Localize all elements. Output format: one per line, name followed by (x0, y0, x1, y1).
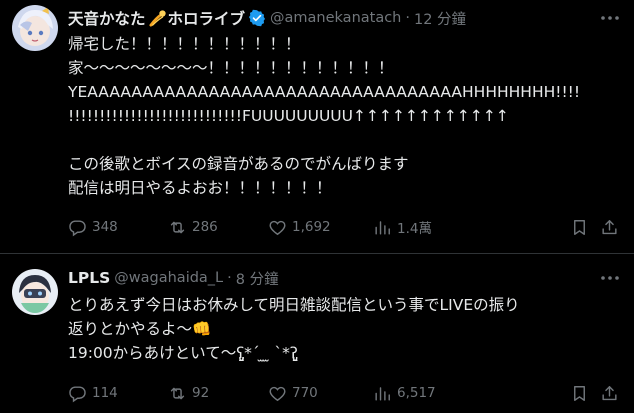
like-count: 1,692 (292, 219, 331, 235)
like-count: 770 (292, 385, 318, 401)
reply-icon (69, 385, 86, 402)
more-dots-icon (601, 16, 619, 20)
bookmark-button[interactable] (570, 384, 600, 403)
retweet-count: 286 (192, 219, 218, 235)
tweet-text-line: 19:00からあけといて〜ʕ̡̢̡*ˊ ̫ ̫ ˋ*ʔ̢̡̢ (68, 344, 298, 362)
share-button[interactable] (600, 218, 622, 237)
retweet-icon (170, 221, 185, 233)
retweet-button[interactable]: 286 (168, 218, 268, 237)
display-name-suffix[interactable]: ホロライブ (168, 7, 246, 29)
views-button[interactable]: 1.4萬 (373, 217, 483, 237)
heart-icon (269, 386, 286, 401)
separator-dot: · (405, 10, 410, 26)
more-options-button[interactable] (598, 268, 622, 288)
tweet-1[interactable]: 天音かなた ホロライブ @amanekanatach · 12 分鐘 帰宅した！… (0, 0, 634, 254)
bookmark-icon (574, 219, 585, 235)
reply-button[interactable]: 114 (68, 384, 168, 403)
tweet-text-line: YEAAAAAAAAAAAAAAAAAAAAAAAAAAAAAAAAAAHHHH… (68, 83, 581, 101)
retweet-icon (170, 387, 185, 399)
tweet-text-line: !!!!!!!!!!!!!!!!!!!!!!!!!!!!FUUUUUUUUU↑↑… (68, 107, 509, 125)
retweet-count: 92 (192, 385, 210, 401)
display-name[interactable]: 天音かなた (68, 7, 146, 29)
reply-count: 114 (92, 385, 118, 401)
like-button[interactable]: 770 (268, 384, 373, 403)
share-icon (602, 385, 617, 400)
timestamp[interactable]: 8 分鐘 (236, 268, 279, 289)
reply-icon (69, 219, 86, 236)
views-button[interactable]: 6,517 (373, 384, 483, 403)
share-button[interactable] (600, 384, 622, 403)
tweet-text-blank-line (68, 128, 626, 152)
display-name[interactable]: LPLS (68, 269, 110, 287)
verified-badge-icon (249, 9, 266, 27)
tweet-text-line: 返りとかやるよ〜👊 (68, 320, 212, 338)
tweet-actions: 114 92 770 6,517 (68, 382, 622, 404)
bookmark-icon (574, 385, 585, 401)
tweet-text-line: 家〜〜〜〜〜〜〜〜！！！！！！！！！！！！ (68, 59, 394, 77)
reply-count: 348 (92, 219, 118, 235)
retweet-button[interactable]: 92 (168, 384, 268, 403)
comet-emoji-icon (148, 10, 166, 27)
views-count: 1.4萬 (397, 221, 432, 237)
separator-dot: · (227, 270, 232, 286)
views-chart-icon (375, 220, 390, 235)
tweet-header: LPLS @wagahaida_L · 8 分鐘 (68, 268, 594, 288)
like-button[interactable]: 1,692 (268, 218, 373, 237)
more-dots-icon (601, 276, 619, 280)
avatar-amanekanata[interactable] (12, 5, 58, 51)
avatar-lpls[interactable] (12, 269, 58, 315)
views-chart-icon (375, 386, 390, 401)
tweet-text-line: とりあえず今日はお休みして明日雑談配信という事でLIVEの振り (68, 296, 520, 314)
tweet-text: とりあえず今日はお休みして明日雑談配信という事でLIVEの振り 返りとかやるよ〜… (68, 293, 626, 365)
reply-button[interactable]: 348 (68, 218, 168, 237)
tweet-actions: 348 286 1,692 1.4萬 (68, 216, 622, 238)
handle[interactable]: @wagahaida_L (114, 270, 223, 286)
tweet-2[interactable]: LPLS @wagahaida_L · 8 分鐘 とりあえず今日はお休みして明日… (0, 255, 634, 413)
tweet-header: 天音かなた ホロライブ @amanekanatach · 12 分鐘 (68, 8, 594, 28)
views-count: 6,517 (397, 385, 436, 401)
heart-icon (269, 220, 286, 235)
bookmark-button[interactable] (570, 218, 600, 237)
handle[interactable]: @amanekanatach (270, 10, 401, 26)
tweet-text: 帰宅した！！！！！！！！！！！ 家〜〜〜〜〜〜〜〜！！！！！！！！！！！！ YE… (68, 32, 626, 200)
tweet-text-line: 配信は明日やるよおお！！！！！！！ (68, 179, 332, 197)
timestamp[interactable]: 12 分鐘 (414, 8, 466, 29)
more-options-button[interactable] (598, 8, 622, 28)
tweet-text-line: この後歌とボイスの録音があるのでがんばります (68, 155, 409, 173)
tweet-text-line: 帰宅した！！！！！！！！！！！ (68, 35, 301, 53)
share-icon (602, 219, 617, 234)
